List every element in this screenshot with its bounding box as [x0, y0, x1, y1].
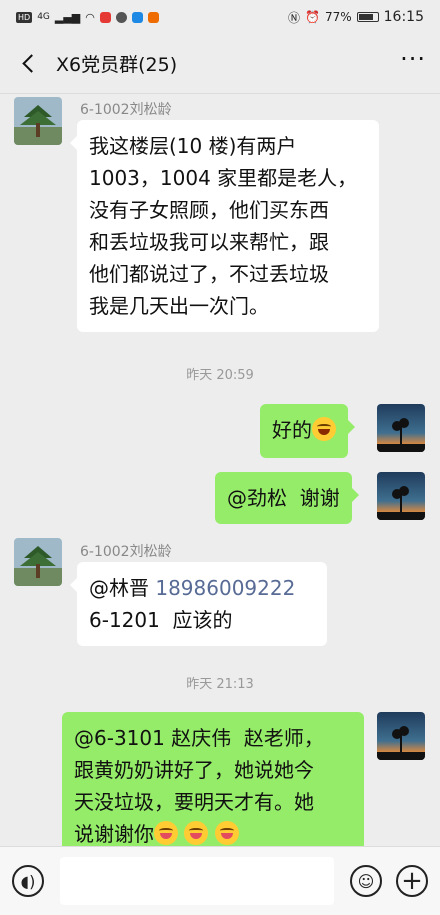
sender-avatar[interactable]	[14, 97, 62, 145]
message-bubble[interactable]: 好的	[260, 404, 355, 458]
message-line: @6-3101 赵庆伟 赵老师，	[74, 726, 324, 750]
message-line: 6-1201 应该的	[89, 608, 233, 632]
message-timestamp: 昨天 20:59	[186, 368, 254, 383]
message-line: 没有子女照顾，他们买东西	[89, 198, 329, 222]
hd-icon: HD	[16, 11, 33, 23]
sender-name: 6-1002刘松龄	[80, 102, 172, 118]
grinning-emoji-icon	[312, 417, 336, 441]
message-line: 我是几天出一次门。	[89, 294, 269, 318]
smiley-icon: ☺	[357, 871, 375, 891]
app-notification-icon	[147, 11, 159, 23]
battery-percent: 77%	[324, 10, 352, 24]
app-notification-icon	[131, 11, 143, 23]
my-avatar[interactable]	[377, 404, 425, 452]
sender-name: 6-1002刘松龄	[80, 544, 172, 560]
message-timestamp: 昨天 21:13	[186, 677, 254, 692]
voice-icon: ◖)	[20, 871, 36, 891]
message-input[interactable]	[60, 857, 334, 905]
back-arrow-icon	[21, 54, 41, 73]
more-options-button[interactable]: ···	[400, 47, 426, 81]
sunset-tree-avatar-icon	[377, 472, 425, 520]
alarm-icon: ⏰	[305, 10, 320, 24]
clock: 16:15	[383, 9, 424, 25]
back-button[interactable]	[14, 50, 42, 78]
nfc-icon: Ⓝ	[288, 10, 301, 25]
message-bubble[interactable]: @林晋 18986009222 6-1201 应该的	[70, 562, 327, 646]
tongue-out-emoji-icon	[184, 821, 209, 845]
mention-text: @林晋	[89, 576, 156, 600]
sunset-tree-avatar-icon	[377, 712, 425, 760]
plus-icon: +	[401, 866, 423, 896]
message-line: 跟黄奶奶讲好了，她说她今	[74, 758, 314, 782]
wifi-icon: ◠	[85, 10, 95, 24]
message-line: 1003，1004 家里都是老人，	[89, 166, 358, 190]
message-text: 说谢谢你	[74, 822, 154, 846]
message-line: 他们都说过了，不过丢垃圾	[89, 262, 329, 286]
message-bubble[interactable]: @6-3101 赵庆伟 赵老师， 跟黄奶奶讲好了，她说她今 天没垃圾，要明天才有…	[62, 712, 364, 852]
wechat-icon	[115, 11, 127, 23]
my-avatar[interactable]	[377, 472, 425, 520]
tongue-out-emoji-icon	[154, 821, 178, 845]
status-bar: HD 4G ▂▄▆ ◠ Ⓝ ⏰ 77% 16:15	[0, 0, 440, 34]
message-text: @劲松 谢谢	[227, 486, 340, 510]
my-avatar[interactable]	[377, 712, 425, 760]
voice-input-button[interactable]: ◖)	[12, 865, 44, 897]
pine-tree-avatar-icon	[14, 538, 62, 586]
message-line: 天没垃圾，要明天才有。她	[74, 790, 314, 814]
chat-title: X6党员群(25)	[56, 54, 178, 76]
more-functions-button[interactable]: +	[396, 865, 428, 897]
sender-avatar[interactable]	[14, 538, 62, 586]
message-bubble[interactable]: 我这楼层(10 楼)有两户 1003，1004 家里都是老人， 没有子女照顾，他…	[70, 120, 379, 332]
message-line: 我这楼层(10 楼)有两户	[89, 134, 297, 158]
battery-icon	[356, 12, 379, 22]
emoji-button[interactable]: ☺	[350, 865, 382, 897]
message-bubble[interactable]: @劲松 谢谢	[215, 472, 359, 524]
input-bar: ◖) ☺ +	[0, 846, 440, 915]
phone-number-link[interactable]: 18986009222	[155, 576, 295, 600]
chat-header: X6党员群(25) ···	[0, 34, 440, 94]
sunset-tree-avatar-icon	[377, 404, 425, 452]
pine-tree-avatar-icon	[14, 97, 62, 145]
message-text: 好的	[272, 418, 312, 442]
message-line: @林晋 18986009222	[89, 572, 315, 604]
app-notification-icon	[99, 11, 111, 23]
signal-icon: ▂▄▆	[54, 10, 81, 24]
message-line: 和丢垃圾我可以来帮忙，跟	[89, 230, 329, 254]
tongue-out-emoji-icon	[214, 821, 239, 845]
network-type: 4G	[37, 12, 50, 22]
